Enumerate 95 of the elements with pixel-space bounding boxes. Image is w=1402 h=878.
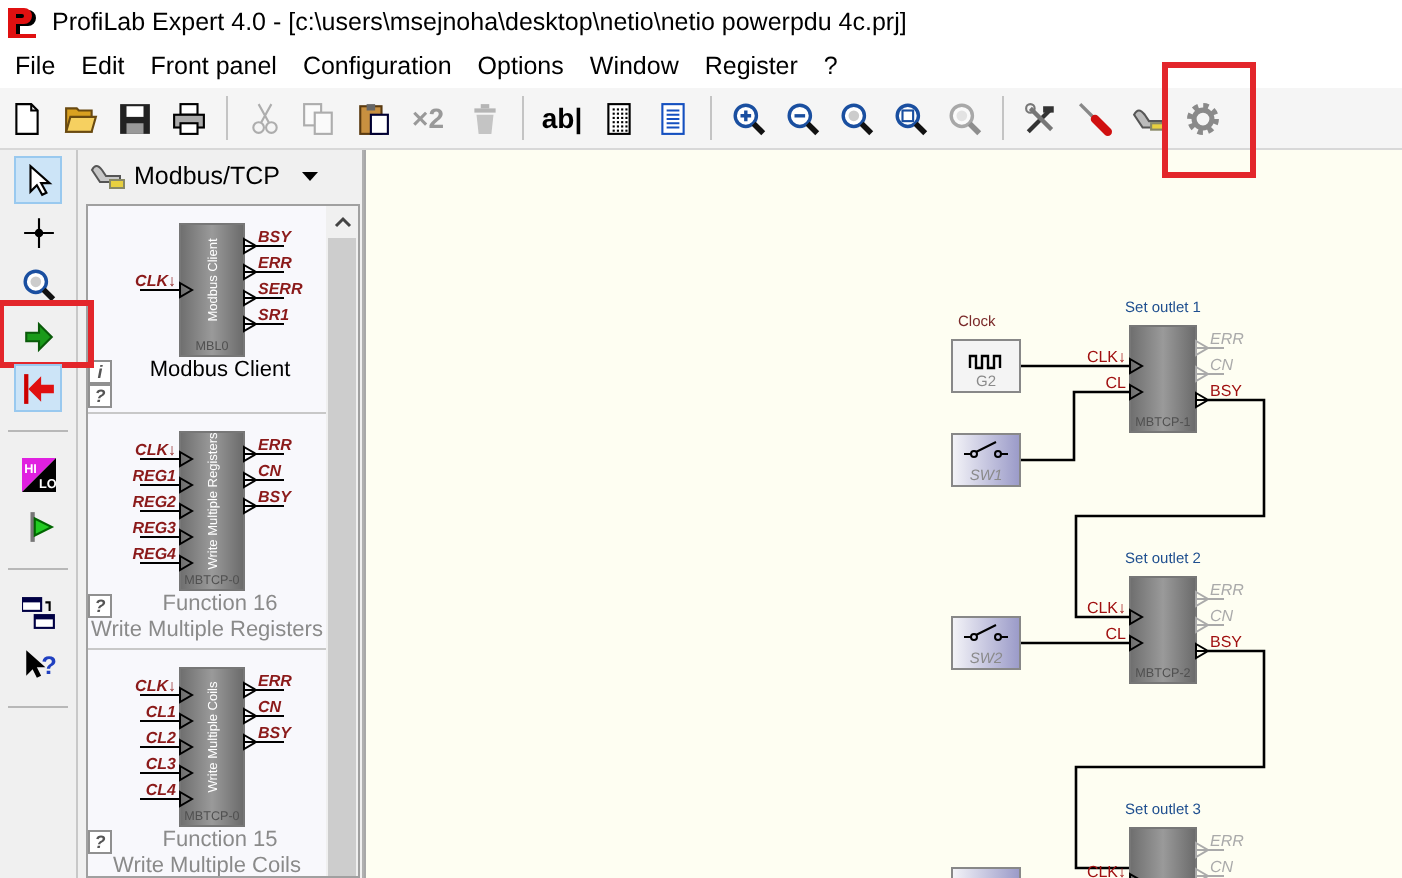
arrow-right-icon (21, 319, 55, 353)
component-title: Function 16 (160, 592, 280, 618)
pin-label: CLK↓ (1086, 348, 1126, 366)
pin-icon (1129, 383, 1144, 401)
pin-label: CL2 (145, 729, 176, 747)
function-block (179, 223, 245, 357)
folder-icon (63, 101, 97, 135)
clipboard-icon (355, 101, 389, 135)
pin-icon (1129, 872, 1144, 878)
pin-label: CL (1105, 374, 1126, 392)
toolbar-button[interactable]: ab| (534, 92, 590, 144)
function-block (1129, 576, 1197, 684)
pin-label: ERR (258, 436, 292, 454)
pin-label: ERR (1210, 330, 1244, 348)
arrow-left-icon (21, 371, 55, 405)
magnifier-icon (947, 101, 981, 135)
pin-icon (1129, 634, 1144, 652)
function-block (1129, 827, 1197, 878)
connector-icon (90, 162, 126, 190)
square-wave-icon (968, 354, 1002, 370)
pin-label: BSY (1210, 382, 1243, 400)
menu-item[interactable]: Window (576, 48, 692, 84)
component-title: Modbus Client (147, 358, 293, 384)
caret-up-icon (333, 216, 351, 228)
dotted-page-icon (601, 101, 635, 135)
wire (1020, 641, 1130, 645)
help-button[interactable]: ? (88, 384, 112, 408)
crosshair-icon (21, 215, 55, 249)
pin-label: CL3 (145, 755, 176, 773)
pin-label: ERR (258, 672, 292, 690)
pin-label: CLK↓ (135, 272, 176, 290)
magnifier-icon (21, 267, 55, 301)
pin-label: CN (1210, 356, 1234, 374)
scissors-icon (247, 101, 281, 135)
pin-label: CL4 (145, 781, 176, 799)
hammer-wrench-icon (1023, 101, 1057, 135)
component-title: Write Multiple Registers (89, 618, 325, 644)
caret-icon (299, 168, 324, 184)
printer-icon (171, 101, 205, 135)
pin-label: SERR (258, 280, 303, 298)
switch-icon (963, 624, 1009, 641)
menu-item[interactable]: ? (810, 48, 851, 84)
pin-label: REG1 (132, 467, 176, 485)
lined-page-icon (655, 101, 689, 135)
pin-label: CL1 (145, 703, 176, 721)
pin-icon (1129, 608, 1144, 626)
zoom-out-icon (785, 101, 819, 135)
pin-label: CLK↓ (1086, 599, 1126, 617)
magnifier-icon (839, 101, 873, 135)
zoom-in-icon (731, 101, 765, 135)
pin-label: BSY (258, 724, 291, 742)
pin-label: CN (258, 698, 282, 716)
pin-label: BSY (258, 228, 291, 246)
menu-item[interactable]: File (2, 48, 69, 84)
menu-item[interactable]: Configuration (289, 48, 465, 84)
pin-label: CLK↓ (135, 441, 176, 459)
clock-block (951, 339, 1021, 393)
zoom-fit-icon (893, 101, 927, 135)
pin-label: BSY (258, 488, 291, 506)
scrollbar[interactable] (326, 206, 358, 876)
menu-item[interactable]: Front panel (137, 48, 290, 84)
copy-icon (301, 101, 335, 135)
settings-icon (1185, 101, 1219, 135)
pin-icon (1129, 357, 1144, 375)
pin-label: REG2 (132, 493, 176, 511)
category-dropdown[interactable]: Modbus/TCP (86, 154, 328, 198)
pin-label: ERR (1210, 832, 1244, 850)
pin-label: SR1 (258, 306, 290, 324)
component-title: Write Multiple Coils (111, 854, 303, 876)
windows-icon (21, 595, 55, 629)
pin-label: CLK↓ (135, 677, 176, 695)
app-logo-icon (6, 5, 40, 39)
pin-label: REG3 (132, 519, 176, 537)
info-button[interactable]: i (88, 359, 112, 383)
screwdriver-icon (1077, 101, 1111, 135)
wire (1020, 364, 1130, 368)
pin-label: REG4 (132, 545, 176, 563)
pin-label: CN (258, 462, 282, 480)
function-block (1129, 325, 1197, 433)
help-tool[interactable]: ? (14, 640, 62, 688)
component-title: Function 15 (160, 828, 280, 854)
window-title: ProfiLab Expert 4.0 - [c:\users\msejnoha\desktop\netio\netio powerpdu 4c.prj] (52, 8, 907, 36)
pin-label: ERR (1210, 581, 1244, 599)
pointer-tool[interactable] (14, 156, 62, 204)
switch-icon (963, 441, 1009, 458)
pin-label: CN (1210, 858, 1234, 876)
menu-item[interactable]: Register (691, 48, 811, 84)
page-icon (9, 101, 43, 135)
pin-label: ERR (258, 254, 292, 272)
pin-label: CN (1210, 607, 1234, 625)
menu-item[interactable]: Options (464, 48, 577, 84)
arrow-left-tool[interactable] (14, 364, 62, 412)
menu-item[interactable]: Edit (68, 48, 138, 84)
pin-label: CL (1105, 625, 1126, 643)
pin-label: BSY (1210, 633, 1243, 651)
